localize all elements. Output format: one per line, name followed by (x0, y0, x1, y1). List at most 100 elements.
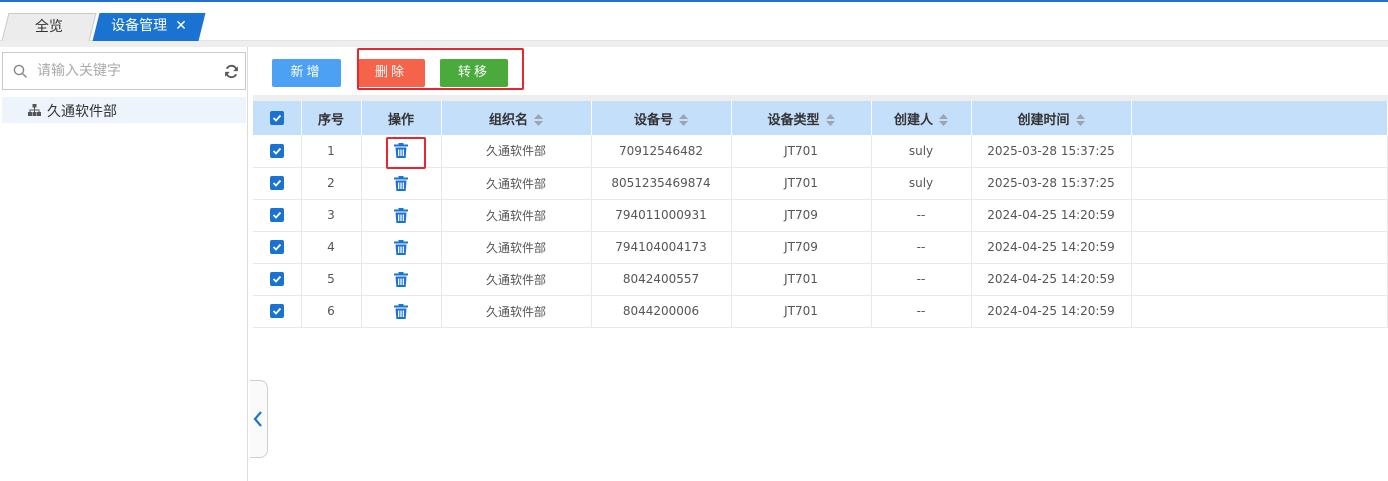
cell-org-name: 久通软件部 (441, 231, 592, 264)
cell-index: 6 (301, 295, 362, 328)
cell-index: 2 (301, 167, 362, 200)
header-created-time-label: 创建时间 (1017, 112, 1070, 128)
table-row: 4 久通软件部 794104004173 JT709 -- 2024-04-25… (253, 231, 1388, 264)
table-row: 5 久通软件部 8042400557 JT701 -- 2024-04-25 1… (253, 263, 1388, 296)
cell-creator: -- (871, 231, 972, 264)
search-box (2, 52, 246, 90)
cell-device-type: JT701 (731, 167, 872, 200)
row-checkbox[interactable] (269, 208, 284, 223)
cell-org-name: 久通软件部 (441, 167, 592, 200)
collapse-panel-handle[interactable] (250, 380, 268, 458)
header-device-no[interactable]: 设备号 (591, 101, 732, 135)
cell-created-time: 2024-04-25 14:20:59 (971, 231, 1132, 264)
row-checkbox[interactable] (269, 144, 284, 158)
cell-index: 4 (301, 231, 362, 264)
cell-device-type: JT701 (731, 135, 872, 168)
select-all-checkbox[interactable] (269, 111, 284, 125)
table-row: 3 久通软件部 794011000931 JT709 -- 2024-04-25… (253, 199, 1388, 232)
header-org-name[interactable]: 组织名 (441, 101, 592, 135)
cell-device-type: JT701 (731, 295, 872, 328)
cell-filler (1131, 231, 1388, 264)
cell-filler (1131, 167, 1388, 200)
header-select-all[interactable] (253, 101, 302, 135)
delete-button[interactable]: 删除 (357, 59, 425, 87)
cell-device-no: 8042400557 (591, 263, 732, 296)
cell-filler (1131, 263, 1388, 296)
table-header-row: 序号 操作 组织名 设备号 设备类型 创建人 创建时间 (253, 101, 1388, 135)
cell-device-type: JT709 (731, 231, 872, 264)
header-creator-label: 创建人 (893, 112, 933, 128)
cell-created-time: 2024-04-25 14:20:59 (971, 263, 1132, 296)
device-table: 序号 操作 组织名 设备号 设备类型 创建人 创建时间 1 久通软件部 7091… (253, 101, 1388, 328)
cell-creator: suly (871, 167, 972, 200)
table-row: 2 久通软件部 8051235469874 JT701 suly 2025-03… (253, 167, 1388, 200)
cell-filler (1131, 199, 1388, 232)
cell-device-no: 70912546482 (591, 135, 732, 168)
tree-node-root[interactable]: 久通软件部 (2, 97, 246, 123)
cell-device-no: 794011000931 (591, 199, 732, 232)
transfer-button[interactable]: 转移 (440, 59, 508, 87)
cell-org-name: 久通软件部 (441, 199, 592, 232)
header-device-type-label: 设备类型 (767, 112, 820, 128)
sort-icon[interactable] (1075, 114, 1085, 126)
refresh-icon[interactable] (224, 64, 239, 79)
row-checkbox[interactable] (269, 240, 284, 255)
cell-index: 5 (301, 263, 362, 296)
cell-device-no: 8051235469874 (591, 167, 732, 200)
search-icon (13, 64, 27, 78)
chevron-left-icon (253, 411, 262, 427)
org-tree-icon (28, 104, 41, 116)
table-row: 1 久通软件部 70912546482 JT701 suly 2025-03-2… (253, 135, 1388, 168)
tab-overview-label: 全览 (34, 19, 63, 35)
trash-icon[interactable] (394, 175, 408, 191)
header-device-no-label: 设备号 (633, 112, 673, 128)
cell-created-time: 2024-04-25 14:20:59 (971, 295, 1132, 328)
table-row: 6 久通软件部 8044200006 JT701 -- 2024-04-25 1… (253, 295, 1388, 328)
sort-icon[interactable] (939, 114, 948, 126)
tab-bar: 全览 设备管理 ✕ (0, 2, 1388, 41)
cell-creator: suly (871, 135, 972, 168)
row-checkbox[interactable] (269, 272, 284, 287)
header-action: 操作 (361, 101, 442, 135)
header-creator[interactable]: 创建人 (871, 101, 972, 135)
trash-icon[interactable] (394, 271, 408, 287)
tree-node-label: 久通软件部 (47, 104, 117, 120)
cell-device-type: JT701 (731, 263, 872, 296)
cell-device-no: 794104004173 (591, 231, 732, 264)
header-org-name-label: 组织名 (488, 112, 528, 128)
cell-device-no: 8044200006 (591, 295, 732, 328)
trash-icon[interactable] (394, 303, 408, 319)
cell-created-time: 2025-03-28 15:37:25 (971, 135, 1132, 168)
add-button[interactable]: 新增 (272, 59, 341, 87)
trash-icon[interactable] (394, 239, 408, 255)
tab-overview[interactable]: 全览 (1, 13, 97, 41)
cell-index: 1 (301, 135, 362, 168)
trash-icon[interactable] (394, 143, 408, 159)
close-icon[interactable]: ✕ (175, 13, 187, 40)
header-index: 序号 (301, 101, 362, 135)
row-checkbox[interactable] (269, 304, 284, 319)
trash-icon[interactable] (394, 207, 408, 223)
cell-created-time: 2024-04-25 14:20:59 (971, 199, 1132, 232)
tab-device-management-label: 设备管理 (111, 18, 168, 34)
search-input[interactable] (37, 59, 217, 83)
cell-index: 3 (301, 199, 362, 232)
cell-creator: -- (871, 199, 972, 232)
sort-icon[interactable] (534, 114, 543, 126)
cell-org-name: 久通软件部 (441, 135, 592, 168)
cell-org-name: 久通软件部 (441, 263, 592, 296)
cell-device-type: JT709 (731, 199, 872, 232)
row-checkbox[interactable] (269, 176, 284, 191)
header-created-time[interactable]: 创建时间 (971, 101, 1132, 135)
cell-created-time: 2025-03-28 15:37:25 (971, 167, 1132, 200)
tab-device-management[interactable]: 设备管理 ✕ (92, 13, 206, 41)
cell-filler (1131, 295, 1388, 328)
toolbar: 新增 删除 转移 (253, 47, 1388, 95)
cell-filler (1131, 135, 1388, 168)
header-device-type[interactable]: 设备类型 (731, 101, 872, 135)
sort-icon[interactable] (679, 114, 688, 126)
header-filler (1131, 101, 1388, 135)
org-tree-panel: 久通软件部 (0, 47, 248, 481)
cell-creator: -- (871, 295, 972, 328)
sort-icon[interactable] (825, 114, 835, 126)
